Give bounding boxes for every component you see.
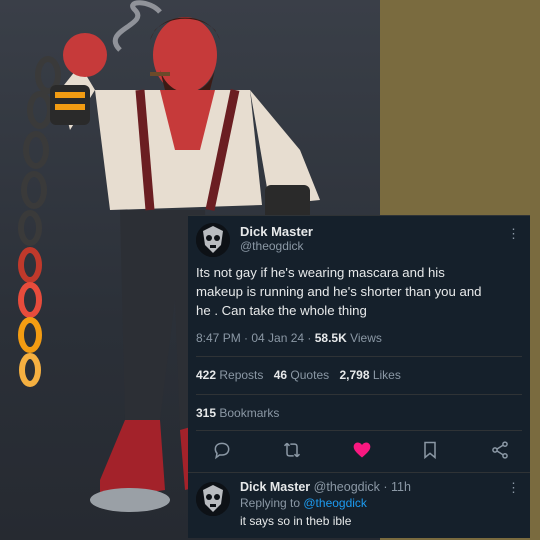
views-label: Views	[346, 331, 382, 345]
tweet-text-line: makeup is running and he's shorter than …	[196, 284, 482, 299]
author-name[interactable]: Dick Master	[240, 224, 313, 239]
reply-button[interactable]	[212, 440, 236, 464]
reply-tweet[interactable]: Dick Master @theogdick · 11h ⋮ Replying …	[188, 474, 530, 538]
like-icon	[353, 442, 371, 458]
likes-label: Likes	[369, 368, 401, 382]
action-bar	[188, 440, 530, 466]
reply-author: Dick Master @theogdick · 11h	[240, 480, 411, 494]
reply-icon	[214, 442, 230, 460]
tweet-timestamp: 8:47 PM · 04 Jan 24 · 58.5K Views	[196, 331, 382, 345]
bookmarks-label: Bookmarks	[216, 406, 280, 420]
repost-icon	[283, 442, 301, 458]
divider	[196, 394, 522, 395]
quotes-count: 46	[273, 368, 288, 382]
tweet-card[interactable]: Dick Master @theogdick ⋮ Its not gay if …	[188, 215, 530, 538]
tweet-time[interactable]: 8:47 PM · 04 Jan 24 ·	[196, 331, 315, 345]
more-options-icon[interactable]: ⋮	[507, 480, 520, 496]
divider	[196, 430, 522, 431]
bookmark-button[interactable]	[420, 440, 444, 464]
share-icon	[492, 441, 508, 459]
reply-author-handle[interactable]: @theogdick	[314, 480, 380, 494]
replying-to-handle-link[interactable]: @theogdick	[303, 496, 367, 510]
repost-button[interactable]	[282, 440, 306, 464]
reposts-label: Reposts	[216, 368, 264, 382]
like-button[interactable]	[352, 440, 376, 464]
share-button[interactable]	[490, 440, 514, 464]
divider	[196, 356, 522, 357]
tweet-text: Its not gay if he's wearing mascara and …	[196, 263, 528, 320]
skull-avatar-icon	[196, 223, 230, 257]
reply-author-name[interactable]: Dick Master	[240, 480, 310, 494]
skull-avatar-icon	[196, 482, 230, 516]
bookmarks-stat[interactable]: 315 Bookmarks	[196, 406, 279, 420]
reposts-count: 422	[196, 368, 217, 382]
replying-to: Replying to @theogdick	[240, 496, 367, 510]
reply-avatar[interactable]	[196, 482, 230, 516]
tweet-header: Dick Master @theogdick ⋮	[188, 216, 530, 264]
views-count: 58.5K	[314, 331, 347, 345]
bookmark-icon	[424, 441, 436, 460]
avatar[interactable]	[196, 223, 230, 257]
reply-time: · 11h	[379, 480, 411, 494]
divider	[188, 472, 530, 473]
replying-to-label: Replying to	[240, 496, 304, 510]
reposts-stat[interactable]: 422 Reposts	[196, 368, 263, 382]
likes-count: 2,798	[339, 368, 370, 382]
likes-stat[interactable]: 2,798 Likes	[339, 368, 400, 382]
author-handle[interactable]: @theogdick	[240, 239, 304, 253]
bookmarks-count: 315	[196, 406, 217, 420]
reply-text: it says so in theb ible	[240, 514, 352, 528]
tweet-text-line: he . Can take the whole thing	[196, 303, 367, 318]
quotes-stat[interactable]: 46 Quotes	[274, 368, 329, 382]
tweet-text-line: Its not gay if he's wearing mascara and …	[196, 265, 445, 280]
more-options-icon[interactable]: ⋮	[507, 226, 520, 242]
quotes-label: Quotes	[287, 368, 330, 382]
engagement-stats: 422 Reposts 46 Quotes 2,798 Likes	[196, 368, 408, 382]
